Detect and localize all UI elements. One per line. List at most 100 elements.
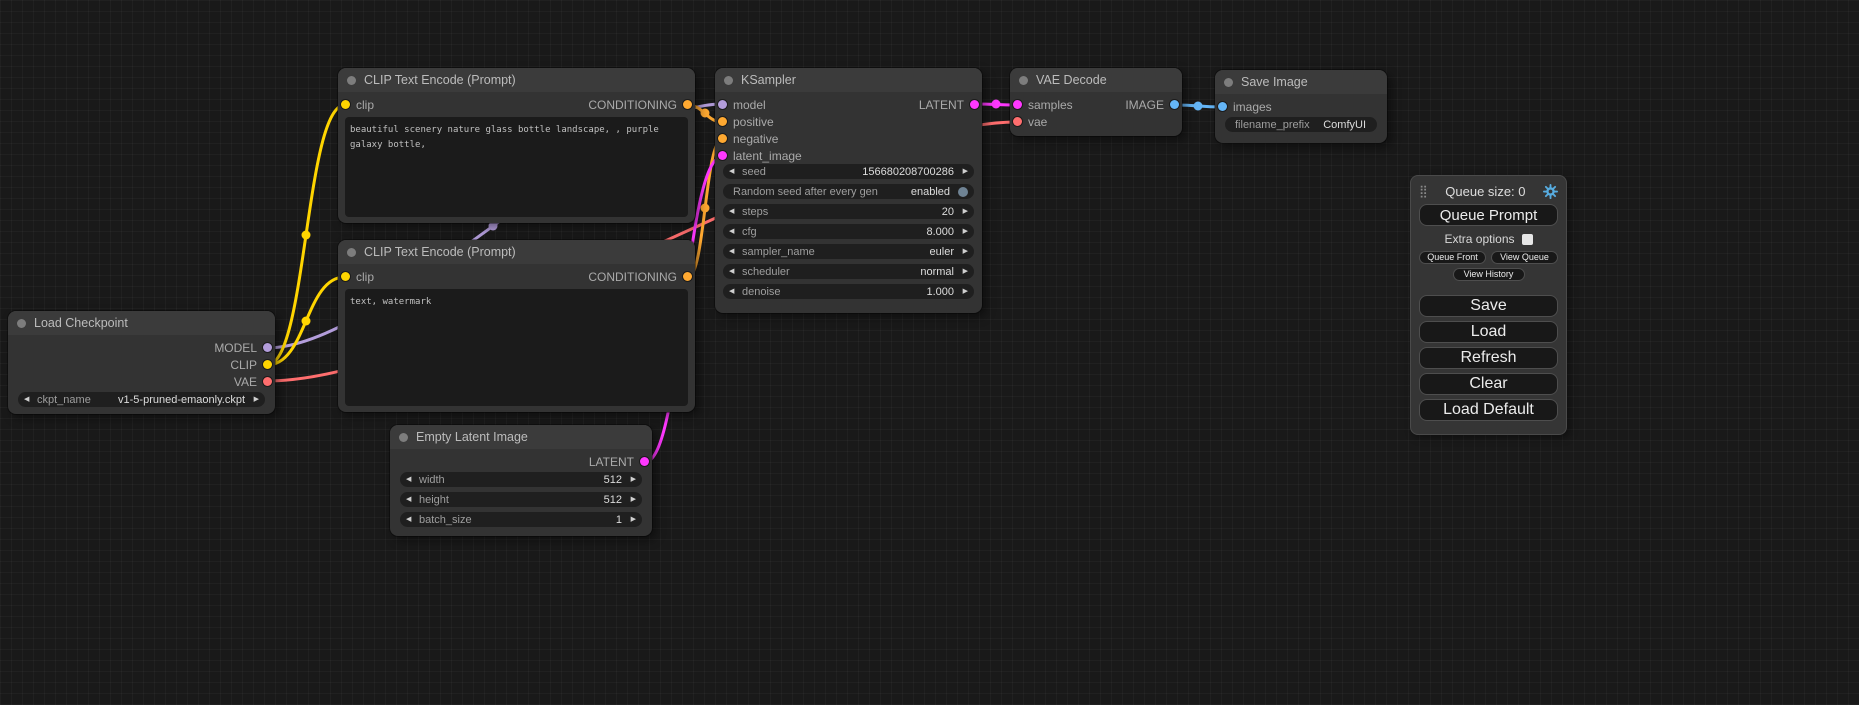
next-arrow-icon[interactable]: ▶ xyxy=(957,288,968,295)
next-arrow-icon[interactable]: ▶ xyxy=(957,168,968,175)
prompt-textarea[interactable]: beautiful scenery nature glass bottle la… xyxy=(345,117,688,217)
slot-label: CLIP xyxy=(230,358,257,372)
node-titlebar[interactable]: CLIP Text Encode (Prompt) xyxy=(338,240,695,264)
widget-steps[interactable]: ◀ steps 20 ▶ xyxy=(723,204,974,219)
widget-denoise[interactable]: ◀ denoise 1.000 ▶ xyxy=(723,284,974,299)
queue-front-button[interactable]: Queue Front xyxy=(1419,251,1486,264)
widget-scheduler[interactable]: ◀ scheduler normal ▶ xyxy=(723,264,974,279)
node-title: VAE Decode xyxy=(1036,73,1107,87)
refresh-button[interactable]: Refresh xyxy=(1419,347,1558,369)
widget-value: 512 xyxy=(604,494,622,506)
view-queue-button[interactable]: View Queue xyxy=(1491,251,1558,264)
clip-input-port[interactable] xyxy=(341,272,350,281)
extra-options-checkbox[interactable] xyxy=(1522,234,1533,245)
prev-arrow-icon[interactable]: ◀ xyxy=(729,288,740,295)
clip-output-port[interactable] xyxy=(263,360,272,369)
drag-handle-icon[interactable]: ⣿ xyxy=(1419,185,1428,197)
prompt-textarea[interactable]: text, watermark xyxy=(345,289,688,406)
widget-label: Random seed after every gen xyxy=(733,186,878,198)
prev-arrow-icon[interactable]: ◀ xyxy=(406,496,417,503)
widget-ckpt-name[interactable]: ◀ ckpt_name v1-5-pruned-emaonly.ckpt ▶ xyxy=(18,392,265,407)
next-arrow-icon[interactable]: ▶ xyxy=(625,496,636,503)
clear-button[interactable]: Clear xyxy=(1419,373,1558,395)
node-vae-decode[interactable]: VAE Decode samples IMAGE vae xyxy=(1010,68,1182,136)
queue-prompt-button[interactable]: Queue Prompt xyxy=(1419,204,1558,226)
widget-cfg[interactable]: ◀ cfg 8.000 ▶ xyxy=(723,224,974,239)
view-history-button[interactable]: View History xyxy=(1453,268,1525,281)
model-output-port[interactable] xyxy=(263,343,272,352)
samples-input-port[interactable] xyxy=(1013,100,1022,109)
node-titlebar[interactable]: Empty Latent Image xyxy=(390,425,652,449)
latent-output-port[interactable] xyxy=(970,100,979,109)
prev-arrow-icon[interactable]: ◀ xyxy=(729,208,740,215)
prev-arrow-icon[interactable]: ◀ xyxy=(24,396,35,403)
save-button[interactable]: Save xyxy=(1419,295,1558,317)
widget-value: ComfyUI xyxy=(1323,119,1366,131)
widget-batch-size[interactable]: ◀ batch_size 1 ▶ xyxy=(400,512,642,527)
next-arrow-icon[interactable]: ▶ xyxy=(957,248,968,255)
node-load-checkpoint[interactable]: Load Checkpoint MODEL CLIP VAE ◀ ckpt_na… xyxy=(8,311,275,414)
node-clip-text-encode-positive[interactable]: CLIP Text Encode (Prompt) clip CONDITION… xyxy=(338,68,695,223)
next-arrow-icon[interactable]: ▶ xyxy=(248,396,259,403)
widget-filename-prefix[interactable]: filename_prefix ComfyUI xyxy=(1225,117,1377,132)
slot-row: clip CONDITIONING xyxy=(338,268,695,285)
conditioning-output-port[interactable] xyxy=(683,272,692,281)
node-save-image[interactable]: Save Image images filename_prefix ComfyU… xyxy=(1215,70,1387,143)
image-output-port[interactable] xyxy=(1170,100,1179,109)
widget-value: 156680208700286 xyxy=(862,166,954,178)
widget-value: 20 xyxy=(942,206,954,218)
node-ksampler[interactable]: KSampler model LATENT positive negative … xyxy=(715,68,982,313)
load-button[interactable]: Load xyxy=(1419,321,1558,343)
widget-seed[interactable]: ◀ seed 156680208700286 ▶ xyxy=(723,164,974,179)
toggle-dot-icon[interactable] xyxy=(958,187,968,197)
latent-image-input-port[interactable] xyxy=(718,151,727,160)
next-arrow-icon[interactable]: ▶ xyxy=(957,268,968,275)
slot-label: vae xyxy=(1028,115,1047,129)
negative-input-port[interactable] xyxy=(718,134,727,143)
collapse-dot-icon[interactable] xyxy=(1019,76,1028,85)
collapse-dot-icon[interactable] xyxy=(347,248,356,257)
prev-arrow-icon[interactable]: ◀ xyxy=(406,516,417,523)
load-default-button[interactable]: Load Default xyxy=(1419,399,1558,421)
collapse-dot-icon[interactable] xyxy=(1224,78,1233,87)
collapse-dot-icon[interactable] xyxy=(724,76,733,85)
next-arrow-icon[interactable]: ▶ xyxy=(957,228,968,235)
node-titlebar[interactable]: Save Image xyxy=(1215,70,1387,94)
prev-arrow-icon[interactable]: ◀ xyxy=(406,476,417,483)
next-arrow-icon[interactable]: ▶ xyxy=(625,516,636,523)
clip-input-port[interactable] xyxy=(341,100,350,109)
model-input-port[interactable] xyxy=(718,100,727,109)
node-titlebar[interactable]: CLIP Text Encode (Prompt) xyxy=(338,68,695,92)
prev-arrow-icon[interactable]: ◀ xyxy=(729,248,740,255)
slot-row: model LATENT xyxy=(715,96,982,113)
collapse-dot-icon[interactable] xyxy=(347,76,356,85)
node-titlebar[interactable]: KSampler xyxy=(715,68,982,92)
node-titlebar[interactable]: VAE Decode xyxy=(1010,68,1182,92)
latent-output-port[interactable] xyxy=(640,457,649,466)
next-arrow-icon[interactable]: ▶ xyxy=(957,208,968,215)
prev-arrow-icon[interactable]: ◀ xyxy=(729,268,740,275)
collapse-dot-icon[interactable] xyxy=(17,319,26,328)
widget-sampler-name[interactable]: ◀ sampler_name euler ▶ xyxy=(723,244,974,259)
node-clip-text-encode-negative[interactable]: CLIP Text Encode (Prompt) clip CONDITION… xyxy=(338,240,695,412)
prev-arrow-icon[interactable]: ◀ xyxy=(729,168,740,175)
widget-height[interactable]: ◀ height 512 ▶ xyxy=(400,492,642,507)
images-input-port[interactable] xyxy=(1218,102,1227,111)
widget-width[interactable]: ◀ width 512 ▶ xyxy=(400,472,642,487)
slot-row: samples IMAGE xyxy=(1010,96,1182,113)
collapse-dot-icon[interactable] xyxy=(399,433,408,442)
widget-label: sampler_name xyxy=(742,246,815,258)
widget-value: 8.000 xyxy=(926,226,954,238)
positive-input-port[interactable] xyxy=(718,117,727,126)
node-empty-latent-image[interactable]: Empty Latent Image LATENT ◀ width 512 ▶ … xyxy=(390,425,652,536)
vae-output-port[interactable] xyxy=(263,377,272,386)
settings-gear-icon[interactable] xyxy=(1543,184,1558,199)
link-dot xyxy=(302,317,311,326)
next-arrow-icon[interactable]: ▶ xyxy=(625,476,636,483)
conditioning-output-port[interactable] xyxy=(683,100,692,109)
vae-input-port[interactable] xyxy=(1013,117,1022,126)
prev-arrow-icon[interactable]: ◀ xyxy=(729,228,740,235)
widget-random-seed[interactable]: Random seed after every gen enabled xyxy=(723,184,974,199)
output-slot-vae: VAE xyxy=(8,373,275,390)
node-titlebar[interactable]: Load Checkpoint xyxy=(8,311,275,335)
